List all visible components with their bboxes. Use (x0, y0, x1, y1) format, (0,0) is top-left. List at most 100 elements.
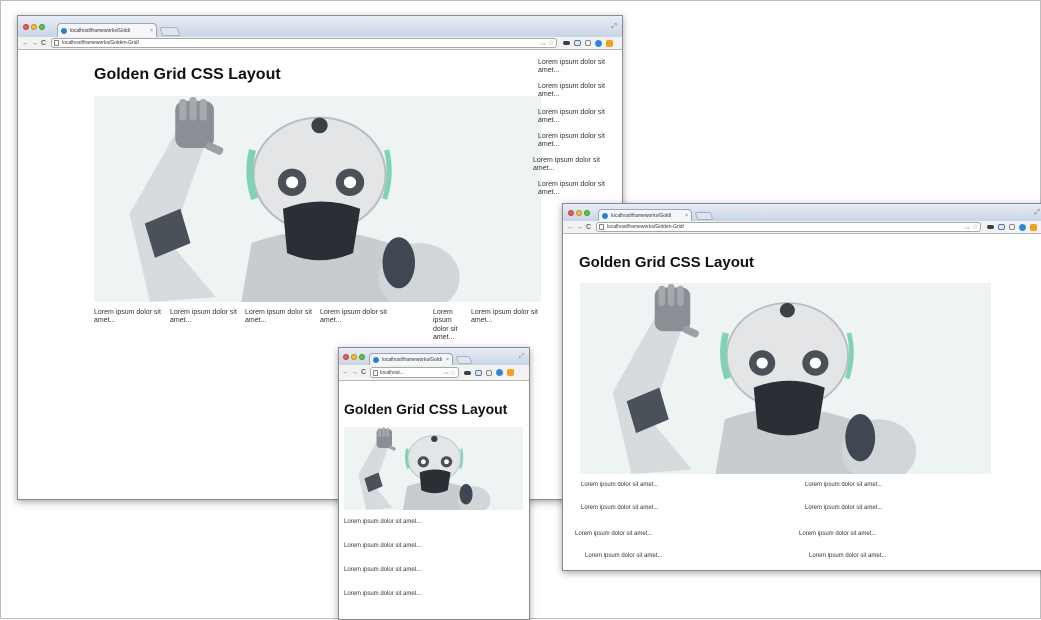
favicon-icon (602, 212, 608, 219)
extension-icon[interactable] (606, 39, 613, 47)
address-bar[interactable]: localhost/frameworks/Golden-Grid/ rss ☆ (596, 222, 981, 232)
bookmark-star-icon[interactable]: ☆ (450, 369, 456, 377)
extension-icon[interactable] (585, 40, 591, 46)
tab-title: localhost/frameworks/Goldi (611, 212, 672, 219)
page-title: Golden Grid CSS Layout (579, 254, 755, 271)
extension-icon[interactable] (987, 225, 994, 229)
extension-icon[interactable] (1009, 224, 1015, 230)
tab-close-icon[interactable]: × (150, 28, 153, 34)
extension-icon[interactable] (563, 41, 570, 45)
lorem-item: Lorem ipsum dolor sit amet... (344, 567, 422, 573)
page-title: Golden Grid CSS Layout (344, 401, 508, 417)
browser-toolbar: ← → C localhost... rss ☆ (339, 365, 529, 381)
url-text: localhost/frameworks/Golden-Grid/ (607, 224, 684, 230)
reload-button[interactable]: C (584, 224, 593, 231)
bookmark-star-icon[interactable]: ☆ (548, 39, 554, 47)
browser-tab[interactable]: localhost/frameworks/Goldi × (369, 353, 453, 365)
lorem-item: Lorem ipsum dolor sit amet... (575, 531, 653, 537)
favicon-icon (61, 27, 67, 34)
robot-image (94, 96, 541, 302)
back-button[interactable]: ← (341, 369, 350, 376)
tab-strip: localhost/frameworks/Goldi × ⤢ (339, 348, 529, 365)
fullscreen-icon[interactable]: ⤢ (1034, 209, 1040, 217)
lorem-item: Lorem ipsum dolor sit amet... (581, 482, 659, 488)
tab-title: localhost/frameworks/Goldi (382, 356, 443, 363)
tab-close-icon[interactable]: × (685, 213, 688, 219)
window-controls (23, 23, 45, 30)
sidebar-lorem-item: Lorem ipsum dolor sit amet... (538, 83, 605, 99)
sidebar-lorem-item: Lorem ipsum dolor sit amet... (538, 59, 605, 75)
lorem-item: Lorem ipsum dolor sit amet... (471, 309, 538, 325)
reload-button[interactable]: C (359, 369, 368, 376)
sidebar-lorem-item: Lorem ipsum dolor sit amet... (533, 157, 600, 173)
page-icon (373, 369, 378, 376)
page-icon (54, 40, 59, 46)
extension-icon[interactable] (1019, 223, 1026, 231)
rss-icon[interactable]: rss (540, 41, 545, 46)
robot-image (344, 427, 523, 510)
extension-icon[interactable] (496, 369, 503, 376)
forward-button[interactable]: → (30, 40, 39, 47)
browser-tab[interactable]: localhost/frameworks/Goldi × (598, 209, 692, 221)
new-tab-button[interactable] (159, 27, 181, 36)
tab-close-icon[interactable]: × (446, 357, 449, 363)
rss-icon[interactable]: rss (443, 370, 448, 375)
lorem-item: Lorem ipsum dolor sit amet... (585, 553, 663, 559)
new-tab-button[interactable] (455, 356, 473, 364)
favicon-icon (373, 356, 379, 363)
zoom-window-button[interactable] (39, 23, 45, 30)
fullscreen-icon[interactable]: ⤢ (519, 353, 524, 360)
zoom-window-button[interactable] (584, 209, 590, 216)
lorem-item: Lorem ipsum dolor sit amet... (805, 505, 883, 511)
minimize-window-button[interactable] (576, 209, 582, 216)
browser-toolbar: ← → C localhost/frameworks/Golden-Grid/ … (18, 37, 622, 50)
page-title: Golden Grid CSS Layout (94, 66, 281, 83)
page-icon (599, 224, 604, 230)
lorem-item: Lorem ipsum dolor sit amet... (94, 309, 161, 325)
extension-icon[interactable] (507, 369, 514, 376)
hero-image (94, 96, 541, 302)
sidebar-lorem-item: Lorem ipsum dolor sit amet... (538, 109, 605, 125)
browser-toolbar: ← → C localhost/frameworks/Golden-Grid/ … (563, 221, 1041, 234)
bookmark-star-icon[interactable]: ☆ (972, 223, 978, 231)
reload-button[interactable]: C (39, 40, 48, 47)
address-bar[interactable]: localhost... rss ☆ (370, 367, 459, 378)
close-window-button[interactable] (343, 353, 349, 360)
back-button[interactable]: ← (566, 224, 575, 231)
rss-icon[interactable]: rss (964, 225, 969, 230)
minimize-window-button[interactable] (31, 23, 37, 30)
extension-icon[interactable] (464, 370, 471, 375)
browser-window-small: localhost/frameworks/Goldi × ⤢ ← → C loc… (338, 347, 530, 620)
forward-button[interactable]: → (350, 369, 359, 376)
zoom-window-button[interactable] (359, 353, 365, 360)
address-bar[interactable]: localhost/frameworks/Golden-Grid/ rss ☆ (51, 38, 557, 48)
page-content: Golden Grid CSS Layout Lorem ipsum dolor… (18, 50, 622, 499)
url-text: localhost/frameworks/Golden-Grid/ (62, 40, 139, 46)
close-window-button[interactable] (568, 209, 574, 216)
new-tab-button[interactable] (694, 212, 714, 220)
forward-button[interactable]: → (575, 224, 584, 231)
extension-icon[interactable] (574, 40, 581, 46)
lorem-item: Lorem ipsum dolor sit amet... (581, 505, 659, 511)
browser-window-medium: localhost/frameworks/Goldi × ⤢ ← → C loc… (562, 203, 1041, 571)
back-button[interactable]: ← (21, 40, 30, 47)
tab-strip: localhost/frameworks/Goldi × ⤢ (563, 204, 1041, 221)
close-window-button[interactable] (23, 23, 29, 30)
tab-strip: localhost/frameworks/Goldi × ⤢ (18, 16, 622, 37)
extension-icon[interactable] (486, 369, 492, 376)
tab-title: localhost/frameworks/Goldi (70, 27, 131, 34)
lorem-item: Lorem ipsum dolor sit amet... (805, 482, 883, 488)
extension-icon[interactable] (475, 369, 482, 376)
extension-icon[interactable] (998, 224, 1005, 230)
extension-icon[interactable] (1030, 223, 1037, 231)
browser-window-large: localhost/frameworks/Goldi × ⤢ ← → C loc… (17, 15, 623, 500)
browser-tab[interactable]: localhost/frameworks/Goldi × (57, 23, 157, 37)
page-content: Golden Grid CSS Layout Lorem ipsum dolor… (339, 381, 529, 619)
lorem-item: Lorem ipsum dolor sit amet... (170, 309, 237, 325)
extension-icon[interactable] (595, 39, 602, 47)
minimize-window-button[interactable] (351, 353, 357, 360)
hero-image (580, 283, 991, 474)
lorem-item: Lorem ipsum dolor sit amet... (344, 519, 422, 525)
fullscreen-icon[interactable]: ⤢ (611, 23, 617, 31)
lorem-item: Lorem ipsum dolor sit amet... (344, 543, 422, 549)
